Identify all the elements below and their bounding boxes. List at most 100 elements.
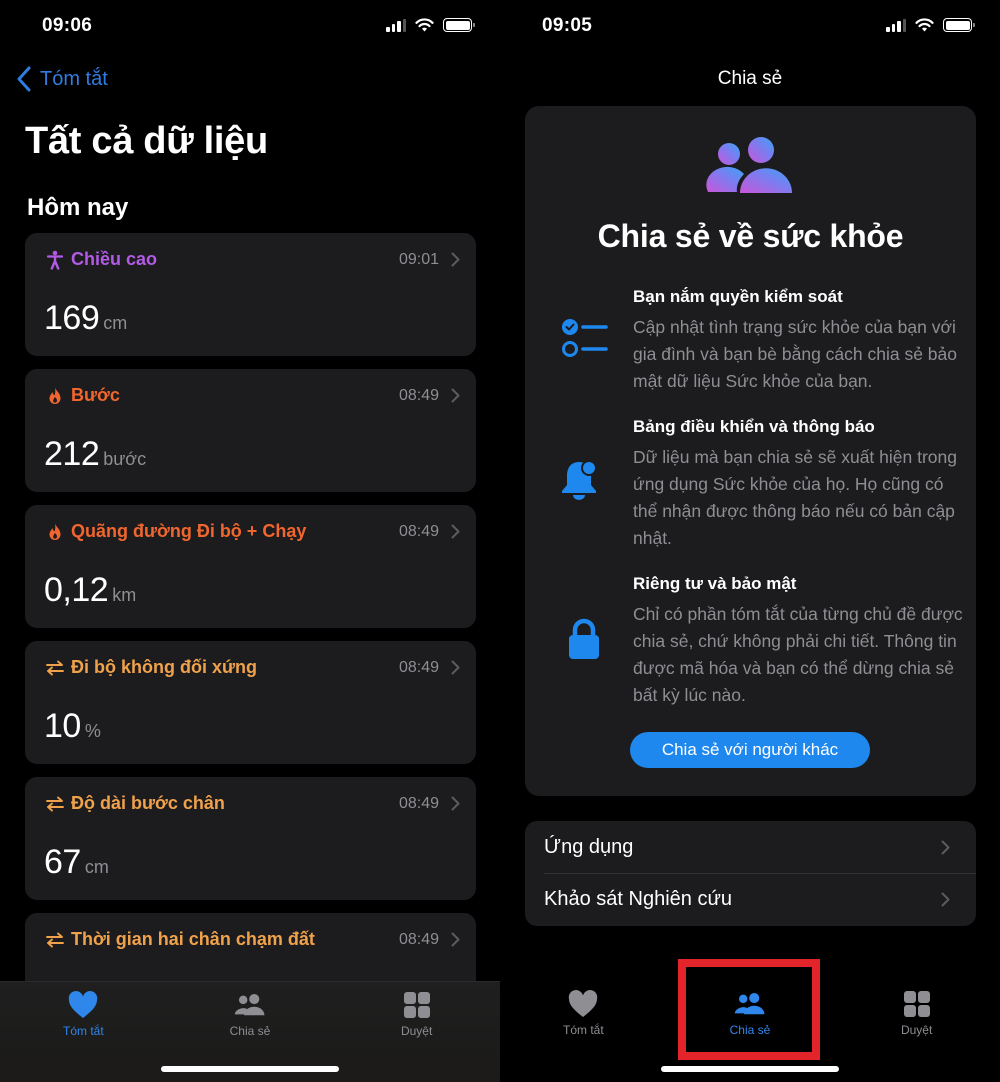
chevron-left-icon <box>17 66 31 92</box>
card-time: 08:49 <box>398 930 439 948</box>
settings-list: Ứng dụng Khảo sát Nghiên cứu <box>525 821 976 926</box>
grid-icon <box>403 992 430 1018</box>
feature-description: Dữ liệu mà bạn chia sẻ sẽ xuất hiện tron… <box>633 447 957 548</box>
chevron-right-icon <box>941 892 950 906</box>
tab-label: Duyệt <box>400 1024 433 1038</box>
back-button[interactable]: Tóm tắt <box>16 66 108 92</box>
card-time: 08:49 <box>398 658 439 676</box>
card-unit: cm <box>84 857 109 877</box>
tab-label: Duyệt <box>900 1023 933 1037</box>
tab-label: Tóm tắt <box>62 1024 104 1038</box>
data-card-step-length[interactable]: Độ dài bước chân 08:49 67 cm <box>25 777 476 900</box>
arrows-swap-icon <box>45 658 65 678</box>
people-icon <box>734 992 765 1015</box>
tab-label: Chia sẻ <box>729 1023 771 1037</box>
people-icon <box>234 993 265 1016</box>
chevron-right-icon <box>941 840 950 854</box>
card-value: 0,12 <box>44 571 109 609</box>
tab-bar: Tóm tắt Chia sẻ Duyệt <box>500 981 1000 1082</box>
tab-sharing[interactable]: Chia sẻ <box>680 989 820 1037</box>
hero-title: Chia sẻ về sức khỏe <box>597 218 904 254</box>
flame-icon <box>45 522 65 542</box>
flame-icon <box>45 386 65 406</box>
tab-summary[interactable]: Tóm tắt <box>513 989 653 1037</box>
status-bar: 09:05 <box>500 0 1000 54</box>
card-value: 10 <box>44 707 81 745</box>
tab-sharing[interactable]: Chia sẻ <box>180 990 320 1038</box>
card-label: Bước <box>71 385 120 405</box>
card-time: 08:49 <box>398 794 439 812</box>
data-card-height[interactable]: Chiều cao 09:01 169 cm <box>25 233 476 356</box>
chevron-right-icon <box>451 796 460 811</box>
card-label: Thời gian hai chân chạm đất <box>71 929 315 949</box>
list-item-apps[interactable]: Ứng dụng <box>525 821 976 873</box>
tab-label: Chia sẻ <box>229 1024 271 1038</box>
tab-summary[interactable]: Tóm tắt <box>13 990 153 1038</box>
wifi-icon <box>415 18 434 32</box>
heart-icon <box>569 990 598 1017</box>
card-time: 09:01 <box>398 250 439 268</box>
lock-icon <box>569 618 599 659</box>
chevron-right-icon <box>451 524 460 539</box>
cellular-signal-icon <box>886 18 906 32</box>
home-indicator[interactable] <box>161 1066 339 1072</box>
card-value: 67 <box>44 843 81 881</box>
back-label: Tóm tắt <box>40 67 108 90</box>
page-title: Tất cả dữ liệu <box>25 120 268 162</box>
wifi-icon <box>915 18 934 32</box>
health-data-list: Chiều cao 09:01 169 cm Bước 08:49 212 bư <box>25 233 476 1049</box>
grid-icon <box>903 991 930 1017</box>
battery-icon <box>443 18 475 32</box>
left-phone-screen: 09:06 Tóm tắt Tất cả dữ liệu Hôm nay Chi… <box>0 0 500 1082</box>
card-label: Quãng đường Đi bộ + Chạy <box>71 521 307 541</box>
chevron-right-icon <box>451 660 460 675</box>
card-label: Đi bộ không đối xứng <box>71 657 258 677</box>
feature-title: Riêng tư và bảo mật <box>633 574 797 593</box>
chevron-right-icon <box>451 932 460 947</box>
card-value: 169 <box>44 299 100 337</box>
card-unit: % <box>84 721 101 741</box>
card-unit: cm <box>103 313 128 333</box>
right-phone-screen: 09:05 Chia sẻ Chia sẻ về sức khỏe Bạn nắ… <box>500 0 1000 1082</box>
card-value: 212 <box>44 435 100 473</box>
card-time: 08:49 <box>398 386 439 404</box>
figure-person-icon <box>45 250 65 270</box>
bell-badge-icon <box>562 460 597 500</box>
card-unit: km <box>112 585 137 605</box>
home-indicator[interactable] <box>661 1066 839 1072</box>
card-time: 08:49 <box>398 522 439 540</box>
feature-description: Cập nhật tình trạng sức khỏe của bạn với… <box>633 317 957 391</box>
feature-title: Bảng điều khiển và thông báo <box>633 417 875 436</box>
chevron-right-icon <box>451 252 460 267</box>
section-title: Hôm nay <box>27 194 129 221</box>
card-label: Chiều cao <box>71 249 158 269</box>
checklist-icon <box>562 319 608 357</box>
tab-browse[interactable]: Duyệt <box>347 990 487 1038</box>
row-label: Ứng dụng <box>544 835 634 858</box>
list-item-research-studies[interactable]: Khảo sát Nghiên cứu <box>525 873 976 925</box>
arrows-swap-icon <box>45 930 65 950</box>
data-card-steps[interactable]: Bước 08:49 212 bước <box>25 369 476 492</box>
tab-bar: Tóm tắt Chia sẻ Duyệt <box>0 981 500 1082</box>
heart-icon <box>69 991 98 1018</box>
nav-title: Chia sẻ <box>717 68 783 89</box>
health-sharing-card: Chia sẻ về sức khỏe Bạn nắm quyền kiểm s… <box>525 106 976 796</box>
arrows-swap-icon <box>45 794 65 814</box>
card-label: Độ dài bước chân <box>71 793 225 813</box>
data-card-walking-running-distance[interactable]: Quãng đường Đi bộ + Chạy 08:49 0,12 km <box>25 505 476 628</box>
feature-description: Chỉ có phần tóm tắt của từng chủ đề được… <box>633 604 963 705</box>
battery-icon <box>943 18 975 32</box>
tab-browse[interactable]: Duyệt <box>847 989 987 1037</box>
people-gradient-icon <box>706 137 792 193</box>
status-time: 09:05 <box>542 15 593 36</box>
tab-label: Tóm tắt <box>562 1023 604 1037</box>
data-card-walking-asymmetry[interactable]: Đi bộ không đối xứng 08:49 10 % <box>25 641 476 764</box>
status-bar: 09:06 <box>0 0 500 54</box>
row-label: Khảo sát Nghiên cứu <box>544 887 732 910</box>
cellular-signal-icon <box>386 18 406 32</box>
share-with-others-button[interactable]: Chia sẻ với người khác <box>630 732 870 768</box>
status-time: 09:06 <box>42 15 93 36</box>
card-unit: bước <box>103 449 147 469</box>
chevron-right-icon <box>451 388 460 403</box>
feature-title: Bạn nắm quyền kiểm soát <box>633 287 843 306</box>
